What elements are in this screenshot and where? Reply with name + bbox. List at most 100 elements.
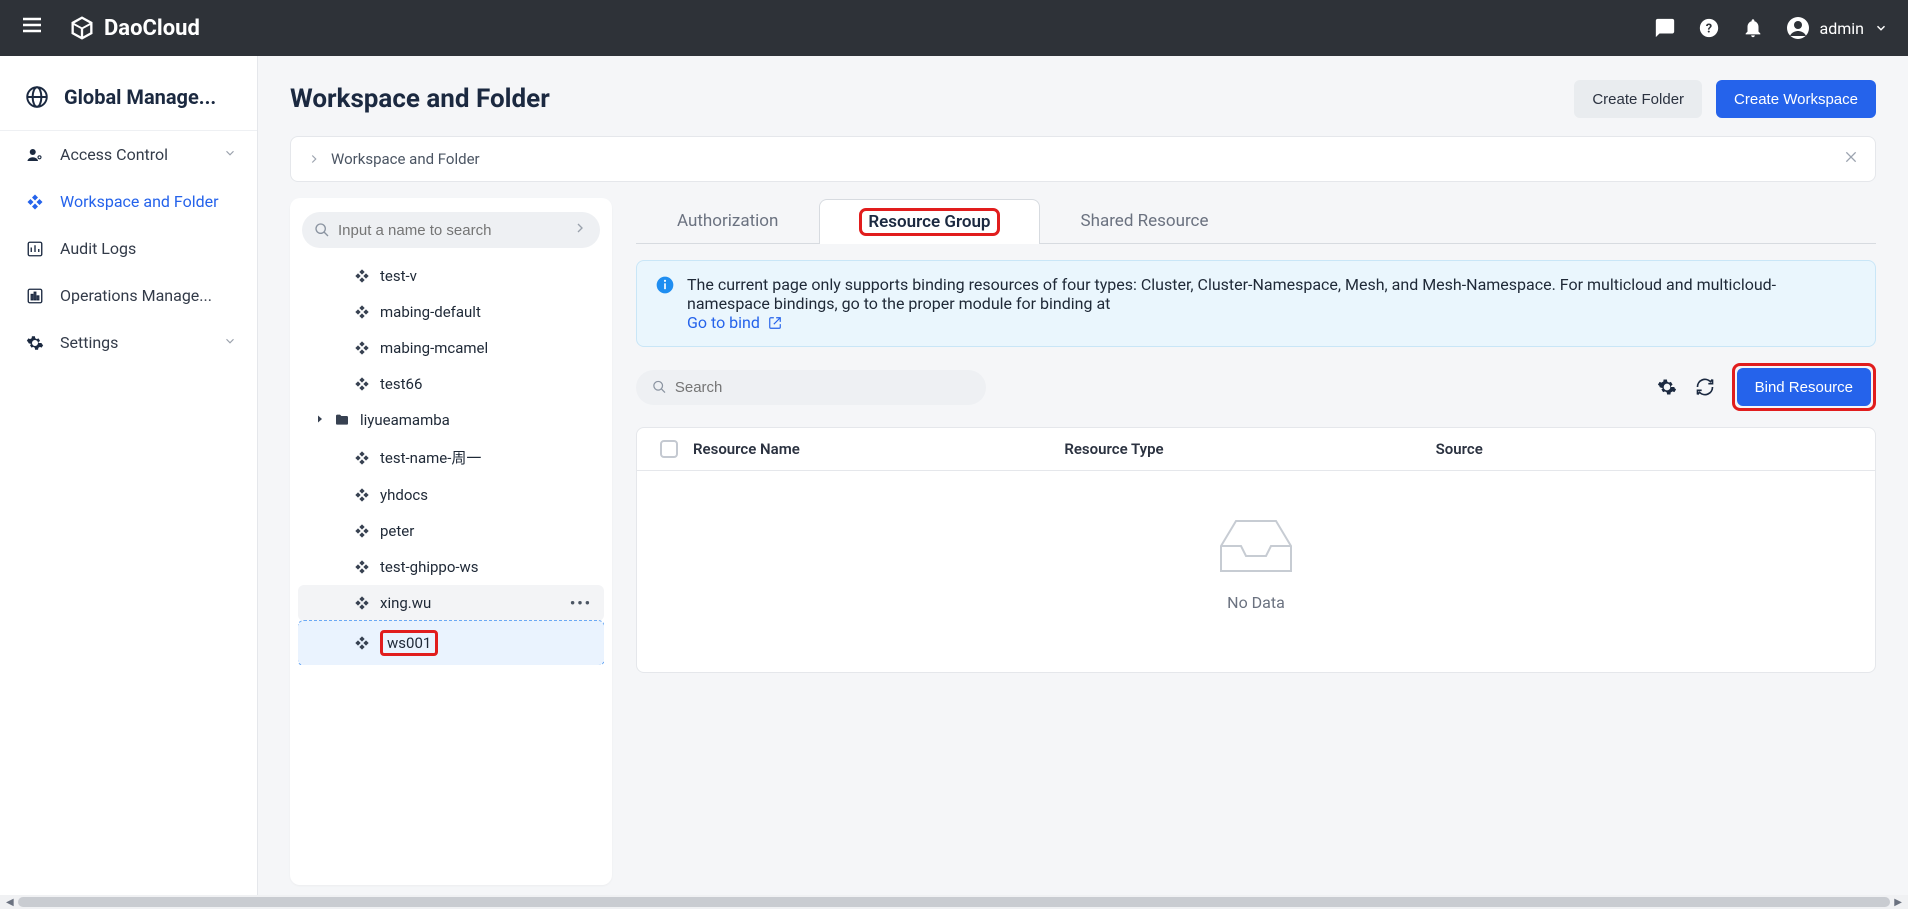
right-panel: Authorization Resource Group Shared Resour… xyxy=(636,198,1876,885)
main: Workspace and Folder Create Folder Creat… xyxy=(258,56,1908,895)
tree-item-label: test66 xyxy=(380,375,422,393)
toolbar-right: Bind Resource xyxy=(1656,363,1876,411)
gear-icon xyxy=(26,334,44,352)
page-actions: Create Folder Create Workspace xyxy=(1574,80,1876,118)
select-all-checkbox[interactable] xyxy=(645,440,693,458)
sidebar-heading: Global Manage... xyxy=(0,74,257,131)
tree-item-label: yhdocs xyxy=(380,486,428,504)
tree-item[interactable]: test-ghippo-ws xyxy=(298,549,604,585)
workspace-icon xyxy=(354,450,370,466)
workspace-icon xyxy=(354,340,370,356)
settings-icon[interactable] xyxy=(1656,376,1678,398)
notice-text: The current page only supports binding r… xyxy=(687,275,1776,313)
tree-item[interactable]: test-name-周一 xyxy=(298,438,604,477)
scrollbar-thumb[interactable] xyxy=(18,897,1891,907)
create-workspace-button[interactable]: Create Workspace xyxy=(1716,80,1876,118)
chevron-right-icon xyxy=(307,152,321,166)
tree-item-label: test-name-周一 xyxy=(380,447,481,468)
tree-item[interactable]: test-v xyxy=(298,258,604,294)
no-data-label: No Data xyxy=(1227,593,1285,612)
tab[interactable]: Resource Group xyxy=(819,199,1039,244)
topbar: DaoCloud ? admin xyxy=(0,0,1908,56)
chevron-down-icon xyxy=(223,145,237,164)
brand-name: DaoCloud xyxy=(104,16,200,41)
workspace-icon xyxy=(354,559,370,575)
page-header: Workspace and Folder Create Folder Creat… xyxy=(290,80,1876,118)
tree-item[interactable]: peter xyxy=(298,513,604,549)
tree-item[interactable]: test66 xyxy=(298,366,604,402)
workspace-icon xyxy=(354,376,370,392)
sidebar-item-audit-logs[interactable]: Audit Logs xyxy=(0,225,257,272)
page-title: Workspace and Folder xyxy=(290,84,550,114)
tree-list: test-v mabing-default mabing-mcamel test66 l… xyxy=(298,258,604,665)
toolbar: Bind Resource xyxy=(636,363,1876,411)
caret-icon xyxy=(314,411,326,429)
globe-icon xyxy=(24,84,50,110)
col-resource-type: Resource Type xyxy=(1064,440,1435,458)
chevron-down-icon xyxy=(1874,21,1888,35)
chat-icon[interactable] xyxy=(1654,17,1676,39)
inbox-icon xyxy=(1211,511,1301,581)
close-icon[interactable] xyxy=(1843,149,1859,169)
tabs: Authorization Resource Group Shared Resour… xyxy=(636,198,1876,244)
tree-item[interactable]: liyueamamba xyxy=(298,402,604,438)
scroll-left-icon[interactable]: ◀ xyxy=(6,897,14,908)
sidebar-item-workspace-folder[interactable]: Workspace and Folder xyxy=(0,178,257,225)
tree-item[interactable]: mabing-mcamel xyxy=(298,330,604,366)
tree-item-highlight: ws001 xyxy=(380,630,438,656)
user-menu[interactable]: admin xyxy=(1786,16,1888,40)
workspace-icon xyxy=(354,487,370,503)
tab[interactable]: Shared Resource xyxy=(1040,198,1250,243)
resource-search-input[interactable] xyxy=(675,379,970,396)
table-empty: No Data xyxy=(637,471,1875,672)
tree-item[interactable]: yhdocs xyxy=(298,477,604,513)
sidebar-item-settings[interactable]: Settings xyxy=(0,319,257,366)
table-header: Resource Name Resource Type Source xyxy=(637,428,1875,471)
tree-item-label: test-v xyxy=(380,267,417,285)
horizontal-scrollbar[interactable]: ◀ ▶ xyxy=(0,895,1908,909)
tree-item[interactable]: ws001 xyxy=(298,621,604,665)
chevron-right-icon[interactable] xyxy=(572,220,588,240)
help-icon[interactable]: ? xyxy=(1698,17,1720,39)
breadcrumb-label: Workspace and Folder xyxy=(331,150,480,168)
tree-item-label: mabing-default xyxy=(380,303,481,321)
tree-item-label: mabing-mcamel xyxy=(380,339,488,357)
scroll-right-icon[interactable]: ▶ xyxy=(1894,897,1902,908)
refresh-icon[interactable] xyxy=(1694,376,1716,398)
tree-item[interactable]: xing.wu ••• xyxy=(298,585,604,621)
user-avatar-icon xyxy=(1786,16,1810,40)
chevron-down-icon xyxy=(223,333,237,352)
tree-item-label: test-ghippo-ws xyxy=(380,558,479,576)
sidebar-item-operations-manage[interactable]: Operations Manage... xyxy=(0,272,257,319)
create-folder-button[interactable]: Create Folder xyxy=(1574,80,1702,118)
tree-search-input[interactable] xyxy=(338,222,548,239)
search-icon xyxy=(652,379,667,395)
tree-item-label: xing.wu xyxy=(380,594,431,612)
tab-highlight: Resource Group xyxy=(860,209,998,235)
info-icon xyxy=(655,275,675,332)
hamburger-icon[interactable] xyxy=(20,13,44,43)
tree-item-label: peter xyxy=(380,522,414,540)
more-icon[interactable]: ••• xyxy=(570,594,592,612)
app-root: DaoCloud ? admin Global Manage... xyxy=(0,0,1908,909)
user-name: admin xyxy=(1820,19,1864,38)
go-to-bind-link[interactable]: Go to bind xyxy=(687,313,782,332)
workspace-icon xyxy=(354,268,370,284)
tree-item-label: liyueamamba xyxy=(360,411,450,429)
brand-logo[interactable]: DaoCloud xyxy=(68,14,200,42)
audit-logs-icon xyxy=(26,240,44,258)
operations-icon xyxy=(26,287,44,305)
tree-item[interactable]: mabing-default xyxy=(298,294,604,330)
sidebar: Global Manage... Access Control Workspac… xyxy=(0,56,258,895)
svg-text:?: ? xyxy=(1705,22,1711,37)
bell-icon[interactable] xyxy=(1742,17,1764,39)
bind-resource-button[interactable]: Bind Resource xyxy=(1737,368,1871,406)
body: Global Manage... Access Control Workspac… xyxy=(0,56,1908,895)
access-control-icon xyxy=(26,146,44,164)
breadcrumb: Workspace and Folder xyxy=(290,136,1876,182)
content-row: test-v mabing-default mabing-mcamel test66 l… xyxy=(290,198,1876,885)
workspace-icon xyxy=(354,523,370,539)
tab[interactable]: Authorization xyxy=(636,198,819,243)
sidebar-item-access-control[interactable]: Access Control xyxy=(0,131,257,178)
workspace-icon xyxy=(354,304,370,320)
